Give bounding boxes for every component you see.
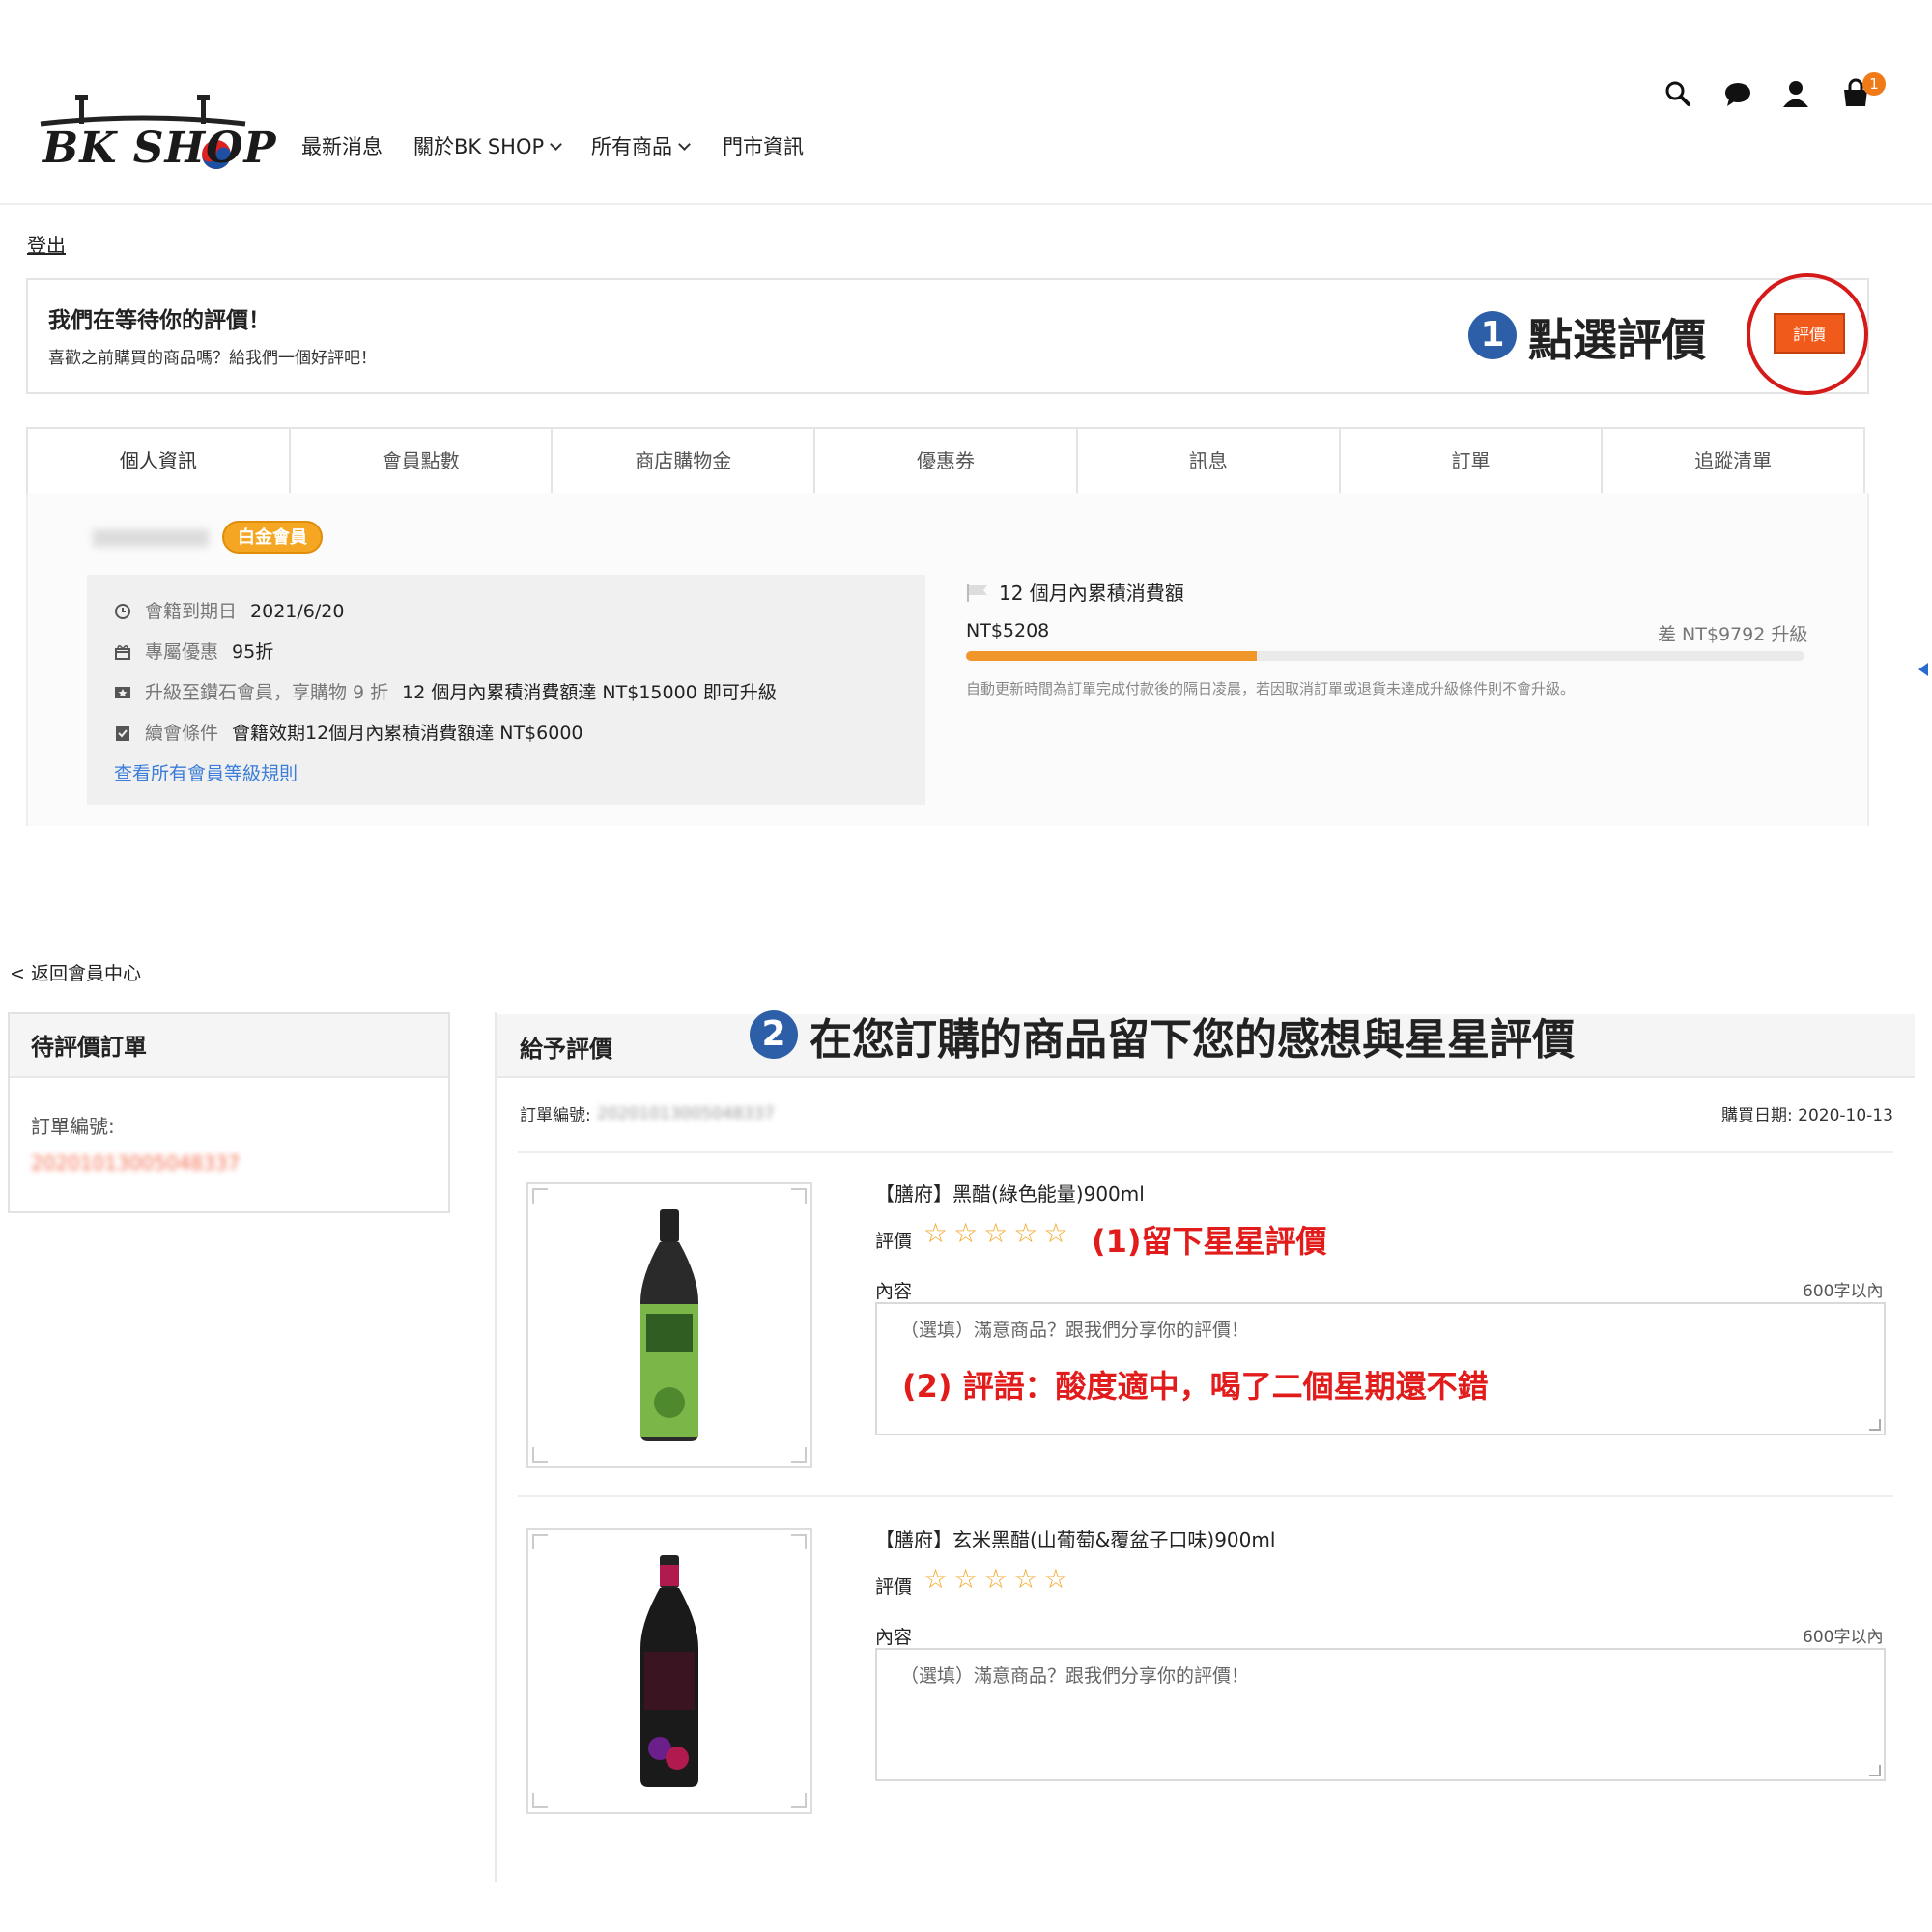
tab-coupons[interactable]: 優惠券 — [813, 429, 1076, 493]
spend-note: 自動更新時間為訂單完成付款後的隔日凌晨，若因取消訂單或退貨未達成升級條件則不會升… — [966, 680, 1576, 697]
side-toggle-arrow-icon[interactable] — [1918, 663, 1928, 676]
banner-subtitle: 喜歡之前購買的商品嗎？給我們一個好評吧！ — [48, 349, 377, 368]
info-label: 會籍到期日 — [145, 601, 238, 622]
purchase-date: 購買日期: 2020-10-13 — [1721, 1106, 1893, 1125]
info-value: 12 個月內累積消費額達 NT$15000 即可升級 — [402, 682, 777, 703]
divider — [518, 1495, 1893, 1497]
star-rating-input[interactable]: ☆☆☆☆☆ — [923, 1563, 1074, 1595]
rating-label: 評價 — [875, 1577, 913, 1598]
info-value: 會籍效期12個月內累積消費額達 NT$6000 — [232, 723, 583, 744]
banner-title: 我們在等待你的評價！ — [48, 308, 270, 333]
textarea-placeholder: （選填）滿意商品？跟我們分享你的評價！ — [900, 1665, 1250, 1687]
char-limit: 600字以內 — [1803, 1282, 1884, 1301]
char-limit: 600字以內 — [1803, 1628, 1884, 1647]
content-label: 內容 — [875, 1627, 913, 1648]
info-value: 95折 — [232, 641, 274, 663]
highlight-circle — [1747, 273, 1868, 395]
pending-panel-title: 待評價訂單 — [31, 1034, 147, 1061]
order-number-label: 訂單編號: — [520, 1106, 591, 1125]
search-icon[interactable] — [1662, 77, 1694, 110]
info-row-upgrade: 升級至鑽石會員，享購物 9 折 12 個月內累積消費額達 NT$15000 即可升… — [114, 678, 777, 704]
nav-products-label: 所有商品 — [591, 135, 672, 158]
step-1-instruction: 點選評價 — [1528, 314, 1706, 366]
step-2-badge: 2 — [750, 1010, 798, 1059]
member-tabs: 個人資訊 會員點數 商店購物金 優惠券 訊息 訂單 追蹤清單 — [26, 427, 1865, 495]
divider — [518, 1151, 1893, 1153]
give-review-title: 給予評價 — [520, 1036, 612, 1063]
resize-handle-icon[interactable] — [1869, 1765, 1881, 1776]
product-name: 【膳府】黑醋(綠色能量)900ml — [875, 1182, 1145, 1206]
clock-icon — [115, 604, 130, 619]
product-image — [526, 1182, 812, 1468]
back-to-member-center-link[interactable]: < 返回會員中心 — [10, 959, 141, 985]
chat-icon[interactable] — [1721, 77, 1754, 110]
clipboard-check-icon — [116, 726, 129, 741]
resize-handle-icon[interactable] — [1869, 1419, 1881, 1431]
content-label: 內容 — [875, 1281, 913, 1302]
tab-profile[interactable]: 個人資訊 — [28, 429, 289, 493]
ticket-star-icon — [115, 687, 130, 698]
info-label: 升級至鑽石會員，享購物 9 折 — [145, 682, 389, 703]
chevron-down-icon — [550, 138, 563, 151]
spend-current-amount: NT$5208 — [966, 620, 1050, 641]
spend-progress-bar — [966, 651, 1804, 661]
logout-link[interactable]: 登出 — [27, 230, 66, 258]
logo-text: BK SHOP — [43, 124, 277, 173]
info-row-expiry: 會籍到期日 2021/6/20 — [114, 597, 344, 623]
cart-count-badge: 1 — [1862, 72, 1886, 96]
chevron-down-icon — [678, 138, 691, 151]
info-row-renewal: 續會條件 會籍效期12個月內累積消費額達 NT$6000 — [114, 719, 583, 745]
tab-store-credit[interactable]: 商店購物金 — [551, 429, 814, 493]
product-image — [526, 1528, 812, 1814]
info-label: 續會條件 — [145, 723, 219, 744]
nav-stores[interactable]: 門市資訊 — [723, 131, 804, 160]
gift-icon — [115, 645, 130, 660]
info-label: 專屬優惠 — [145, 641, 219, 663]
bottle-red-image — [640, 1555, 698, 1787]
user-icon[interactable] — [1779, 77, 1812, 110]
annotation-stars: (1)留下星星評價 — [1092, 1223, 1327, 1260]
membership-rules-link[interactable]: 查看所有會員等級規則 — [114, 759, 298, 785]
spend-title: 12 個月內累積消費額 — [966, 578, 1184, 606]
member-tier-badge: 白金會員 — [222, 521, 323, 554]
info-value: 2021/6/20 — [250, 601, 345, 622]
nav-about-label: 關於BK SHOP — [413, 135, 545, 158]
pending-order-number-link[interactable]: 20201013005048337 — [31, 1151, 240, 1175]
product-name: 【膳府】玄米黑醋(山葡萄&覆盆子口味)900ml — [875, 1528, 1276, 1551]
order-number-redacted: 20201013005048337 — [597, 1104, 775, 1123]
flag-icon — [967, 584, 987, 602]
nav-products[interactable]: 所有商品 — [591, 131, 691, 160]
nav-about[interactable]: 關於BK SHOP — [413, 131, 563, 160]
step-2-instruction: 在您訂購的商品留下您的感想與星星評價 — [810, 1015, 1575, 1065]
site-header — [0, 0, 1932, 205]
nav-news[interactable]: 最新消息 — [301, 131, 383, 160]
step-1-badge: 1 — [1468, 311, 1517, 359]
tab-points[interactable]: 會員點數 — [288, 429, 552, 493]
textarea-placeholder: （選填）滿意商品？跟我們分享你的評價！ — [900, 1320, 1250, 1341]
star-rating-input[interactable]: ☆☆☆☆☆ — [923, 1217, 1074, 1249]
spend-title-text: 12 個月內累積消費額 — [999, 582, 1184, 605]
rating-label: 評價 — [875, 1231, 913, 1252]
info-row-discount: 專屬優惠 95折 — [114, 638, 273, 664]
username-redacted — [93, 529, 209, 547]
tab-wishlist[interactable]: 追蹤清單 — [1601, 429, 1864, 493]
pending-order-label: 訂單編號: — [31, 1115, 115, 1138]
bottle-green-image — [640, 1209, 698, 1441]
tab-messages[interactable]: 訊息 — [1075, 429, 1339, 493]
annotation-comment: (2) 評語：酸度適中，喝了二個星期還不錯 — [902, 1368, 1489, 1405]
tab-orders[interactable]: 訂單 — [1338, 429, 1602, 493]
spend-progress-fill — [966, 651, 1258, 661]
spend-upgrade-gap: 差 NT$9792 升級 — [1658, 624, 1808, 645]
